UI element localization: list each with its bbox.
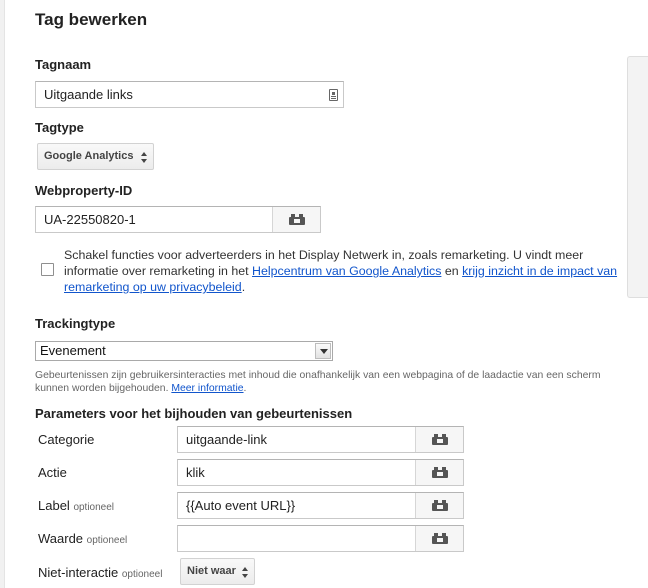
tracking-help-text: Gebeurtenissen zijn gebruikersinteractie… bbox=[35, 370, 601, 394]
tracking-help-end: . bbox=[243, 383, 247, 394]
macro-picker-button[interactable] bbox=[272, 207, 320, 232]
up-down-arrows-icon bbox=[242, 567, 249, 578]
remarketing-description: Schakel functies voor adverteerders in h… bbox=[64, 247, 624, 295]
web-property-value: UA-22550820-1 bbox=[44, 212, 136, 227]
dropdown-arrow-icon bbox=[315, 343, 331, 359]
value-label-text: Waarde bbox=[38, 531, 84, 546]
tracking-type-selected: Evenement bbox=[40, 343, 106, 358]
macro-lego-icon bbox=[431, 467, 448, 478]
remarketing-text-3: . bbox=[241, 280, 246, 294]
macro-lego-icon bbox=[431, 500, 448, 511]
action-input[interactable]: klik bbox=[177, 459, 464, 486]
non-interaction-label: Niet-interactie optioneel bbox=[38, 565, 162, 580]
label-value: {{Auto event URL}} bbox=[186, 498, 296, 513]
up-down-arrows-icon bbox=[141, 152, 148, 163]
left-panel-edge bbox=[0, 0, 5, 588]
web-property-input[interactable]: UA-22550820-1 bbox=[35, 206, 321, 233]
tag-type-selected: Google Analytics bbox=[44, 150, 134, 162]
tag-name-input[interactable]: Uitgaande links bbox=[35, 81, 344, 108]
category-input[interactable]: uitgaande-link bbox=[177, 426, 464, 453]
macro-lego-icon bbox=[288, 214, 305, 225]
value-input[interactable] bbox=[177, 525, 464, 552]
page-title: Tag bewerken bbox=[35, 10, 148, 29]
category-macro-button[interactable] bbox=[415, 427, 463, 452]
learn-more-link[interactable]: Meer informatie bbox=[171, 383, 243, 394]
web-property-label: Webproperty-ID bbox=[35, 183, 133, 198]
help-center-link[interactable]: Helpcentrum van Google Analytics bbox=[252, 264, 441, 278]
macro-lego-icon bbox=[431, 434, 448, 445]
action-label-text: Actie bbox=[38, 465, 67, 480]
text-field-icon bbox=[329, 89, 338, 101]
remarketing-checkbox[interactable] bbox=[41, 263, 54, 276]
non-interaction-label-text: Niet-interactie bbox=[38, 565, 119, 580]
tracking-type-select[interactable]: Evenement bbox=[35, 341, 333, 361]
category-label-text: Categorie bbox=[38, 432, 95, 447]
value-optional-tag: optioneel bbox=[86, 535, 128, 546]
tag-type-select[interactable]: Google Analytics bbox=[37, 143, 154, 170]
category-value: uitgaande-link bbox=[186, 432, 267, 447]
event-params-heading: Parameters voor het bijhouden van gebeur… bbox=[35, 406, 353, 421]
action-value: klik bbox=[186, 465, 205, 480]
action-label: Actie bbox=[38, 465, 67, 480]
label-macro-button[interactable] bbox=[415, 493, 463, 518]
tracking-type-label: Trackingtype bbox=[35, 316, 116, 331]
non-interaction-optional-tag: optioneel bbox=[121, 569, 163, 580]
action-macro-button[interactable] bbox=[415, 460, 463, 485]
remarketing-text-2: en bbox=[441, 264, 463, 278]
tag-type-label: Tagtype bbox=[35, 120, 84, 135]
tag-name-value: Uitgaande links bbox=[44, 87, 133, 102]
non-interaction-selected: Niet waar bbox=[187, 565, 236, 577]
label-label: Label optioneel bbox=[38, 498, 114, 513]
label-label-text: Label bbox=[38, 498, 70, 513]
value-label: Waarde optioneel bbox=[38, 531, 127, 546]
macro-lego-icon bbox=[431, 533, 448, 544]
value-macro-button[interactable] bbox=[415, 526, 463, 551]
label-optional-tag: optioneel bbox=[73, 502, 115, 513]
tag-name-label: Tagnaam bbox=[35, 57, 92, 72]
category-label: Categorie bbox=[38, 432, 94, 447]
label-input[interactable]: {{Auto event URL}} bbox=[177, 492, 464, 519]
non-interaction-select[interactable]: Niet waar bbox=[180, 558, 255, 585]
scrollbar-thumb[interactable] bbox=[627, 56, 648, 298]
tracking-type-help: Gebeurtenissen zijn gebruikersinteractie… bbox=[35, 369, 635, 395]
